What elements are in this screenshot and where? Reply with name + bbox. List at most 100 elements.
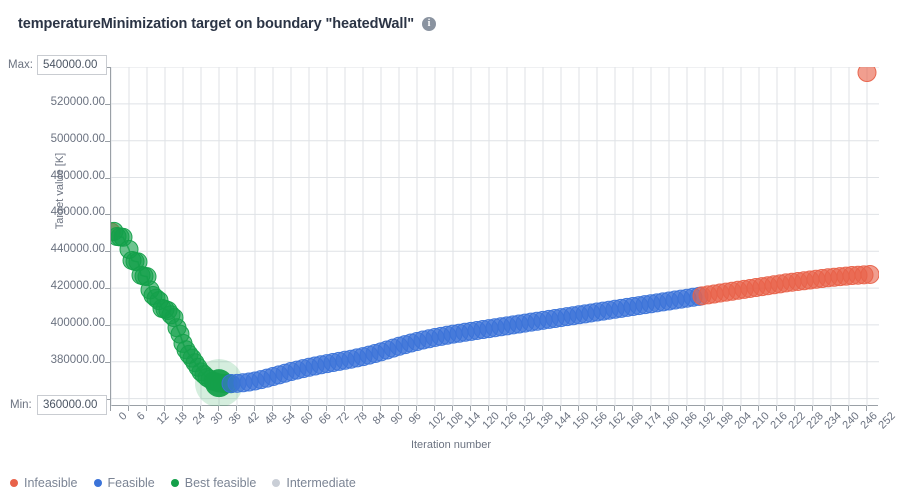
y-axis-title: Target value [K] bbox=[54, 152, 66, 230]
x-axis-tick-label: 90 bbox=[388, 410, 406, 428]
x-axis-tick-label: 204 bbox=[732, 410, 754, 432]
x-axis-tick-label: 66 bbox=[316, 410, 334, 428]
data-points-layer[interactable] bbox=[111, 67, 879, 406]
x-axis-tick-mark bbox=[722, 406, 723, 411]
x-axis-tick-label: 198 bbox=[714, 410, 736, 432]
x-axis-tick-mark bbox=[254, 406, 255, 411]
x-axis-tick-label: 48 bbox=[262, 410, 280, 428]
legend-item-infeasible[interactable]: Infeasible bbox=[10, 476, 78, 490]
legend-color-dot bbox=[272, 479, 281, 487]
x-axis-tick-label: 120 bbox=[480, 410, 502, 432]
x-axis-tick-mark bbox=[704, 406, 705, 411]
x-axis-tick-label: 114 bbox=[462, 410, 484, 431]
x-axis-tick-label: 216 bbox=[768, 410, 790, 432]
legend-label: Intermediate bbox=[286, 476, 356, 490]
x-axis-tick-mark bbox=[830, 406, 831, 411]
x-axis-tick-mark bbox=[758, 406, 759, 411]
legend-item-feasible[interactable]: Feasible bbox=[93, 476, 155, 490]
legend-label: Feasible bbox=[107, 476, 155, 490]
x-axis-title: Iteration number bbox=[410, 439, 492, 451]
x-axis-tick-mark bbox=[272, 406, 273, 411]
x-axis-tick-label: 60 bbox=[298, 410, 316, 428]
x-axis-tick-label: 78 bbox=[352, 410, 370, 428]
x-axis-tick-label: 126 bbox=[498, 410, 520, 432]
x-axis-tick-label: 192 bbox=[696, 410, 718, 432]
x-axis-tick-mark bbox=[866, 406, 867, 411]
x-axis-tick-mark bbox=[848, 406, 849, 411]
x-axis-tick-mark bbox=[812, 406, 813, 411]
x-axis-tick-label: 246 bbox=[858, 410, 880, 432]
plot-area[interactable] bbox=[110, 67, 879, 406]
x-axis-tick-label: 144 bbox=[552, 410, 574, 432]
x-axis-tick-mark bbox=[488, 406, 489, 411]
x-axis-tick-label: 222 bbox=[786, 410, 808, 432]
x-axis-tick-mark bbox=[416, 406, 417, 411]
y-axis-tick-label: 520000.00 bbox=[50, 95, 105, 108]
y-min-label: Min: bbox=[10, 399, 32, 411]
x-axis-tick-mark bbox=[110, 406, 111, 411]
x-axis-tick-mark bbox=[380, 406, 381, 411]
x-axis-tick-mark bbox=[596, 406, 597, 411]
legend-color-dot bbox=[10, 479, 18, 487]
y-min-input[interactable] bbox=[37, 395, 107, 415]
x-axis-tick-label: 210 bbox=[750, 410, 772, 432]
x-axis-tick-label: 84 bbox=[370, 410, 388, 428]
x-axis-tick-mark bbox=[326, 406, 327, 411]
x-axis-tick-mark bbox=[344, 406, 345, 411]
y-axis-tick-label: 460000.00 bbox=[50, 206, 105, 219]
x-axis-tick-mark bbox=[650, 406, 651, 411]
x-axis-tick-label: 96 bbox=[406, 410, 424, 428]
legend-label: Infeasible bbox=[24, 476, 78, 490]
x-axis-tick-mark bbox=[218, 406, 219, 411]
x-axis-tick-mark bbox=[362, 406, 363, 411]
x-axis-tick-mark bbox=[290, 406, 291, 411]
x-axis-tick-mark bbox=[128, 406, 129, 411]
x-axis-tick-mark bbox=[308, 406, 309, 411]
legend-label: Best feasible bbox=[184, 476, 257, 490]
x-axis-tick-label: 54 bbox=[280, 410, 298, 428]
y-axis-tick-label: 440000.00 bbox=[50, 243, 105, 256]
chart-container: Target value [K] 380000.00 400000.00 42000… bbox=[0, 0, 902, 501]
x-axis-tick-mark bbox=[668, 406, 669, 411]
x-axis-tick-label: 42 bbox=[244, 410, 262, 428]
x-axis-tick-mark bbox=[686, 406, 687, 411]
x-axis-tick-mark bbox=[578, 406, 579, 411]
x-axis-tick-label: 30 bbox=[208, 410, 226, 428]
x-axis-tick-label: 6 bbox=[134, 410, 148, 423]
y-max-input[interactable] bbox=[37, 55, 107, 75]
legend-color-dot bbox=[93, 479, 102, 487]
x-axis-tick-label: 240 bbox=[840, 410, 862, 432]
x-axis-tick-mark bbox=[236, 406, 237, 411]
x-axis-tick-label: 252 bbox=[876, 410, 898, 432]
y-max-label: Max: bbox=[8, 59, 33, 71]
legend-item-best-feasible[interactable]: Best feasible bbox=[170, 476, 257, 490]
x-axis-tick-mark bbox=[560, 406, 561, 411]
x-axis-tick-label: 234 bbox=[822, 410, 844, 432]
y-axis-tick-label: 480000.00 bbox=[50, 169, 105, 182]
y-axis-tick-label: 500000.00 bbox=[50, 132, 105, 145]
x-axis-tick-label: 186 bbox=[678, 410, 700, 432]
x-axis-tick-mark bbox=[542, 406, 543, 411]
x-axis-tick-label: 102 bbox=[426, 410, 448, 432]
legend-item-intermediate[interactable]: Intermediate bbox=[272, 476, 356, 490]
x-axis-tick-label: 180 bbox=[660, 410, 682, 432]
x-axis-tick-mark bbox=[398, 406, 399, 411]
x-axis-tick-mark bbox=[146, 406, 147, 411]
x-axis-tick-mark bbox=[794, 406, 795, 411]
x-axis-tick-mark bbox=[182, 406, 183, 411]
x-axis-tick-label: 18 bbox=[172, 410, 190, 428]
x-axis-tick-mark bbox=[776, 406, 777, 411]
x-axis-tick-label: 138 bbox=[534, 410, 556, 432]
x-axis-tick-label: 36 bbox=[226, 410, 244, 428]
x-axis-tick-label: 162 bbox=[606, 410, 628, 432]
x-axis-tick-mark bbox=[434, 406, 435, 411]
y-axis-tick-label: 380000.00 bbox=[50, 353, 105, 366]
x-axis-tick-mark bbox=[452, 406, 453, 411]
chart-legend: Infeasible Feasible Best feasible Interm… bbox=[10, 476, 372, 490]
x-axis-tick-label: 72 bbox=[334, 410, 352, 428]
y-axis-tick-label: 400000.00 bbox=[50, 316, 105, 329]
x-axis-tick-mark bbox=[200, 406, 201, 411]
x-axis-tick-mark bbox=[614, 406, 615, 411]
x-axis-tick-mark bbox=[164, 406, 165, 411]
legend-color-dot bbox=[170, 479, 179, 487]
